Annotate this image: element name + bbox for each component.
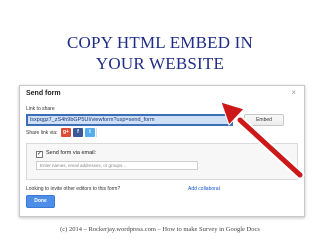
embed-button[interactable]: Embed	[244, 114, 284, 126]
title-line-1: COPY HTML EMBED IN	[66, 33, 254, 52]
share-divider	[96, 128, 97, 137]
facebook-icon[interactable]: f	[73, 128, 83, 137]
share-link-via-label: Share link via:	[26, 130, 58, 136]
slide-title: COPY HTML EMBED IN YOUR WEBSITE	[0, 32, 320, 74]
google-plus-icon[interactable]: g+	[61, 128, 71, 137]
done-button[interactable]: Done	[26, 195, 55, 208]
slide-footer: (c) 2014 – Rockerjay.wordpress.com – How…	[60, 226, 260, 233]
send-via-email-section: ✓ Send form via email: Enter names, emai…	[26, 143, 298, 180]
close-icon[interactable]: ×	[291, 88, 296, 97]
share-link-field[interactable]: lsxpqgz7_zS4h9bGP5UI/viewform?usp=send_f…	[26, 114, 233, 126]
dialog-title: Send form	[26, 90, 61, 97]
send-email-label: Send form via email:	[46, 150, 97, 156]
add-collaborators-link[interactable]: Add collaborat	[188, 186, 220, 192]
twitter-icon[interactable]: t	[85, 128, 95, 137]
send-form-dialog: Send form × Link to share lsxpqgz7_zS4h9…	[19, 85, 305, 217]
invite-editors-label: Looking to invite other editors to this …	[26, 186, 121, 192]
title-line-2: YOUR WEBSITE	[95, 54, 225, 73]
link-to-share-label: Link to share	[26, 106, 55, 112]
email-recipients-input[interactable]: Enter names, email addresses, or groups.…	[36, 161, 198, 170]
send-email-checkbox[interactable]: ✓	[36, 151, 43, 158]
